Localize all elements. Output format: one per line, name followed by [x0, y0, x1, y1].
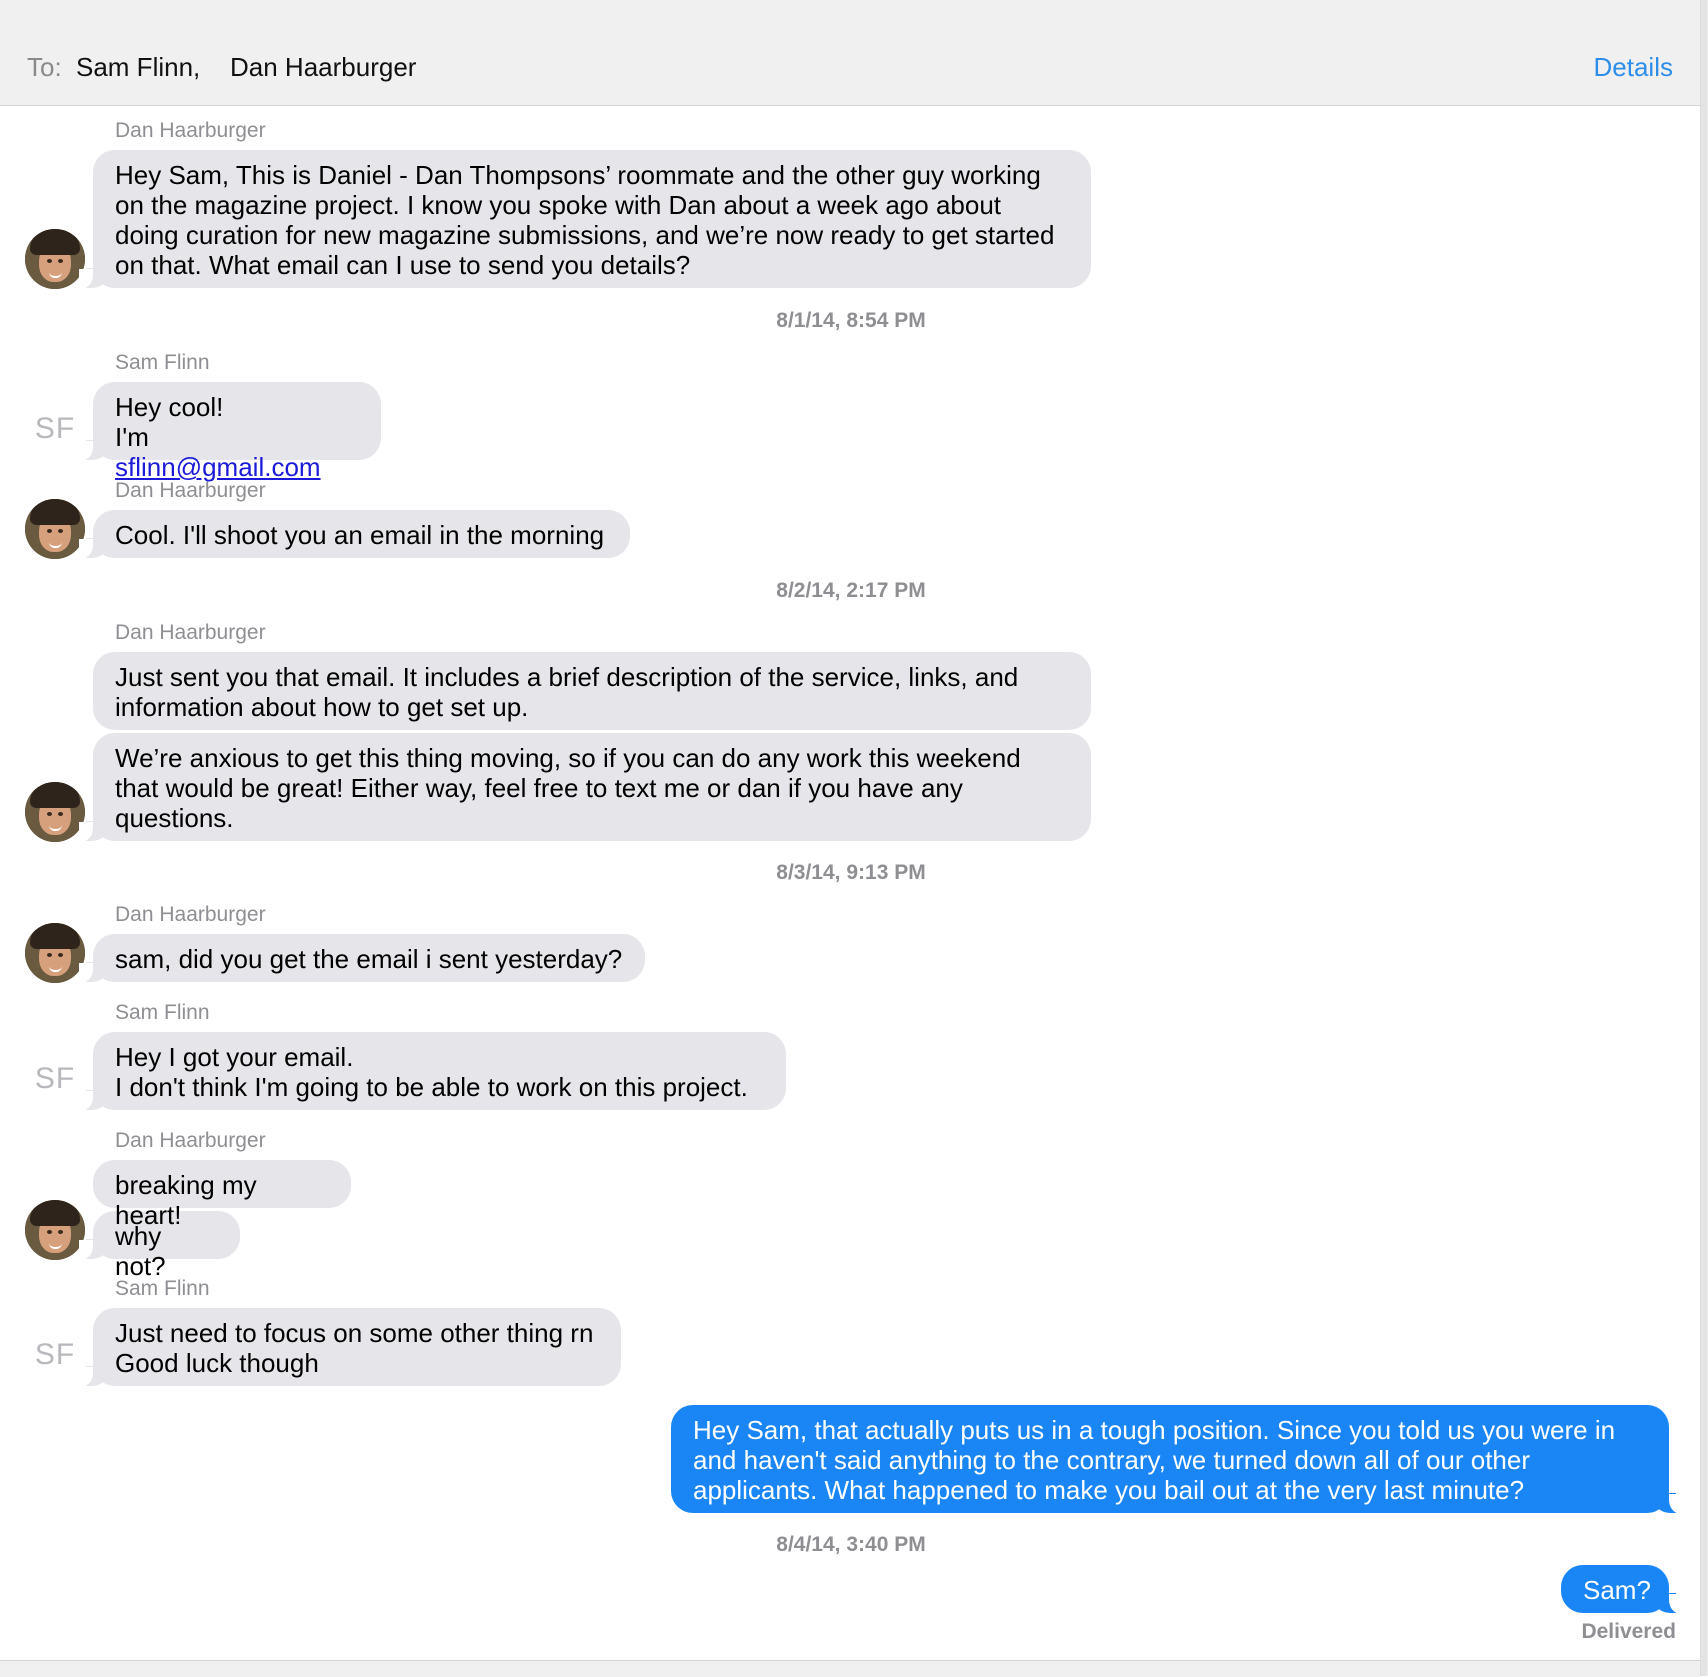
message-bubble[interactable]: Hey Sam, This is Daniel - Dan Thompsons’… [79, 150, 1091, 289]
avatar-initials-sam-flinn[interactable]: SF [25, 1062, 85, 1102]
timestamp: 8/4/14, 3:40 PM [776, 1533, 926, 1556]
message-text: Good luck though [115, 1348, 319, 1378]
avatar-hair [30, 923, 80, 949]
message-text: Hey Sam, that actually puts us in a toug… [693, 1415, 1616, 1445]
outgoing-message-bubble[interactable]: Hey Sam, that actually puts us in a toug… [671, 1405, 1683, 1514]
avatar-eye [58, 953, 63, 957]
message-text: Hey cool! [115, 392, 224, 422]
avatar-dan-haarburger[interactable] [25, 782, 85, 842]
message-text: Hey Sam, This is Daniel - Dan Thompsons’… [115, 160, 1041, 190]
message-text: that would be great! Either way, feel fr… [115, 773, 963, 803]
avatar-hair [30, 782, 80, 808]
conversation-header: To: Sam Flinn, Dan Haarburger Details [0, 0, 1700, 106]
message-text: Just sent you that email. It includes a … [115, 662, 1019, 692]
sender-name: Dan Haarburger [115, 1129, 266, 1152]
sender-name: Sam Flinn [115, 351, 210, 374]
to-label: To: [27, 52, 62, 82]
message-text: Hey I got your email. [115, 1042, 354, 1072]
outgoing-message-bubble[interactable]: Sam? [1561, 1565, 1683, 1614]
message-text: We’re anxious to get this thing moving, … [115, 743, 1021, 773]
message-text: Just need to focus on some other thing r… [115, 1318, 594, 1348]
avatar-dan-haarburger[interactable] [25, 229, 85, 289]
message-bubble[interactable]: We’re anxious to get this thing moving, … [79, 733, 1091, 842]
message-text: Cool. I'll shoot you an email in the mor… [115, 520, 605, 550]
recipient-dan-haarburger[interactable]: Dan Haarburger [230, 52, 416, 83]
message-text: sam, did you get the email i sent yester… [115, 944, 623, 974]
message-text-prefix: I'm [115, 422, 149, 452]
details-button[interactable]: Details [1594, 52, 1673, 83]
avatar-dan-haarburger[interactable] [25, 923, 85, 983]
compose-bar-edge [0, 1660, 1700, 1677]
sender-name: Dan Haarburger [115, 119, 266, 142]
avatar-dan-haarburger[interactable] [25, 499, 85, 559]
message-text: questions. [115, 803, 234, 833]
avatar-eye [47, 259, 52, 263]
message-text: information about how to get set up. [115, 692, 529, 722]
sender-name: Dan Haarburger [115, 621, 266, 644]
delivery-status: Delivered [1581, 1620, 1676, 1643]
message-text: why not? [115, 1221, 166, 1281]
message-text: Sam? [1583, 1575, 1651, 1605]
avatar-hair [30, 499, 80, 525]
message-bubble[interactable]: Hey I got your email. I don't think I'm … [79, 1032, 786, 1111]
avatar-initials-sam-flinn[interactable]: SF [25, 412, 85, 452]
message-text: and haven't said anything to the contrar… [693, 1445, 1531, 1475]
timestamp: 8/2/14, 2:17 PM [776, 579, 926, 602]
avatar-eye [47, 529, 52, 533]
avatar-dan-haarburger[interactable] [25, 1200, 85, 1260]
message-bubble[interactable]: Cool. I'll shoot you an email in the mor… [79, 510, 630, 559]
avatar-hair [30, 1200, 80, 1226]
message-bubble[interactable]: Just need to focus on some other thing r… [79, 1308, 621, 1387]
message-text: applicants. What happened to make you ba… [693, 1475, 1525, 1505]
message-text: I'm sflinn@gmail.com [115, 422, 359, 482]
email-link[interactable]: sflinn@gmail.com [115, 452, 321, 482]
avatar-eye [58, 1230, 63, 1234]
message-bubble[interactable]: Hey cool! I'm sflinn@gmail.com [79, 382, 381, 482]
avatar-eye [47, 953, 52, 957]
message-bubble[interactable]: sam, did you get the email i sent yester… [79, 934, 645, 983]
sender-name: Dan Haarburger [115, 903, 266, 926]
message-text: on that. What email can I use to send yo… [115, 250, 691, 280]
message-bubble[interactable]: breaking my heart! [93, 1160, 351, 1230]
message-text: I don't think I'm going to be able to wo… [115, 1072, 748, 1102]
message-text: doing curation for new magazine submissi… [115, 220, 1055, 250]
message-text: on the magazine project. I know you spok… [115, 190, 1002, 220]
avatar-eye [58, 812, 63, 816]
timestamp: 8/1/14, 8:54 PM [776, 309, 926, 332]
avatar-eye [58, 529, 63, 533]
avatar-initials-sam-flinn[interactable]: SF [25, 1338, 85, 1378]
sender-name: Sam Flinn [115, 1001, 210, 1024]
recipient-sam-flinn[interactable]: Sam Flinn, [76, 52, 200, 83]
avatar-eye [47, 1230, 52, 1234]
scrollbar-thumb[interactable] [1701, 0, 1707, 1676]
message-bubble[interactable]: Just sent you that email. It includes a … [93, 652, 1091, 730]
timestamp: 8/3/14, 9:13 PM [776, 861, 926, 884]
avatar-eye [47, 812, 52, 816]
avatar-hair [30, 229, 80, 255]
avatar-eye [58, 259, 63, 263]
